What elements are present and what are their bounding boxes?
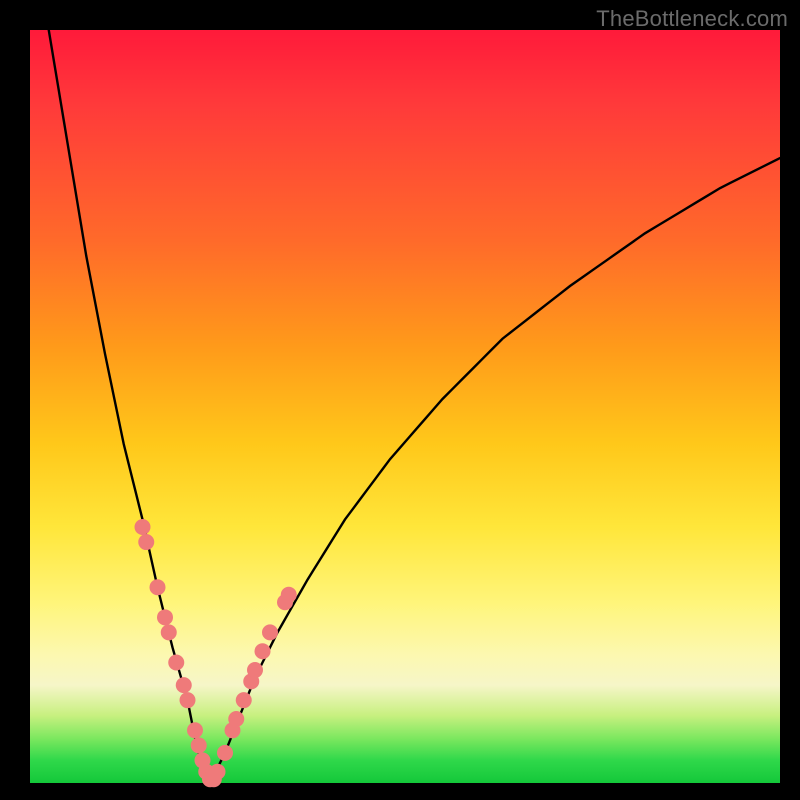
dots-layer <box>135 519 297 787</box>
data-dot <box>135 519 151 535</box>
data-dot <box>157 609 173 625</box>
data-dot <box>176 677 192 693</box>
data-dot <box>281 587 297 603</box>
chart-frame: TheBottleneck.com <box>0 0 800 800</box>
data-dot <box>217 745 233 761</box>
data-dot <box>161 624 177 640</box>
data-dot <box>247 662 263 678</box>
data-dot <box>191 737 207 753</box>
curve-right-arm <box>210 158 780 783</box>
chart-svg <box>30 30 780 783</box>
plot-area <box>30 30 780 783</box>
data-dot <box>150 579 166 595</box>
data-dot <box>138 534 154 550</box>
watermark-text: TheBottleneck.com <box>596 6 788 32</box>
data-dot <box>262 624 278 640</box>
data-dot <box>168 655 184 671</box>
data-dot <box>187 722 203 738</box>
data-dot <box>255 643 271 659</box>
curve-left-arm <box>49 30 210 783</box>
data-dot <box>210 764 226 780</box>
curve-layer <box>49 30 780 783</box>
data-dot <box>236 692 252 708</box>
data-dot <box>228 711 244 727</box>
data-dot <box>180 692 196 708</box>
